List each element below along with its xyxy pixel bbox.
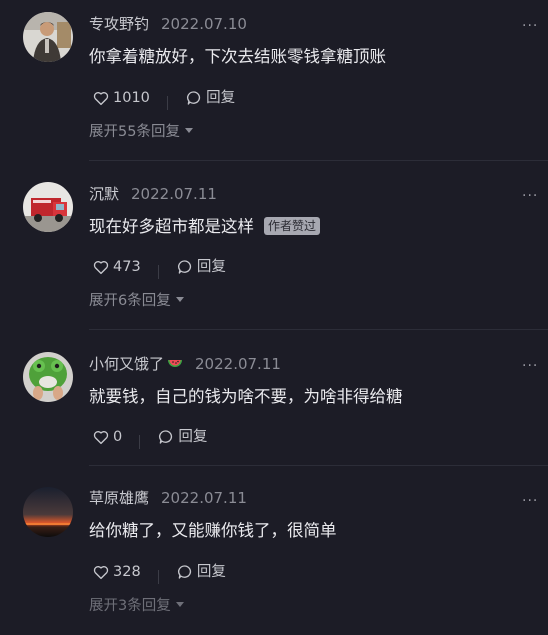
like-count: 328 [113, 564, 141, 580]
heart-icon [93, 91, 109, 106]
comment-actions: 328 回复 [92, 562, 226, 584]
avatar[interactable] [23, 352, 73, 402]
like-button[interactable]: 0 [92, 427, 122, 447]
reply-label: 回复 [196, 259, 226, 275]
heart-icon [93, 430, 109, 445]
expand-replies-label: 展开55条回复 [89, 124, 180, 140]
expand-replies-button[interactable]: 展开55条回复 [89, 122, 193, 142]
more-options-icon[interactable]: ··· [522, 491, 540, 511]
divider [89, 465, 548, 466]
reply-label: 回复 [178, 429, 208, 445]
comment-meta: 专攻野钓 2022.07.10 [89, 14, 247, 34]
like-button[interactable]: 473 [92, 257, 141, 277]
more-options-icon[interactable]: ··· [522, 16, 540, 36]
more-options-icon[interactable]: ··· [522, 186, 540, 206]
like-button[interactable]: 328 [92, 562, 141, 582]
comment-text: 现在好多超市都是这样 作者赞过 [89, 215, 321, 239]
reply-button[interactable]: 回复 [176, 257, 226, 277]
expand-replies-button[interactable]: 展开3条回复 [89, 596, 184, 616]
avatar[interactable] [23, 182, 73, 232]
avatar[interactable] [23, 12, 73, 62]
comment-text: 你拿着糖放好，下次去结账零钱拿糖顶账 [89, 47, 386, 66]
author-liked-badge: 作者赞过 [264, 217, 321, 235]
reply-button[interactable]: 回复 [157, 427, 207, 447]
username[interactable]: 专攻野钓 [89, 15, 149, 33]
comment-actions: 0 回复 [92, 427, 207, 449]
comment-text: 给你糖了，又能赚你钱了，很简单 [89, 521, 337, 540]
caret-down-icon [184, 128, 193, 133]
reply-bubble-icon [187, 91, 201, 105]
comment-actions: 473 回复 [92, 257, 226, 279]
action-separator [157, 569, 159, 584]
like-count: 0 [113, 429, 123, 445]
comment-meta: 沉默 2022.07.11 [89, 184, 217, 204]
like-count: 473 [113, 259, 141, 275]
heart-icon [93, 565, 109, 580]
more-options-icon[interactable]: ··· [522, 356, 540, 376]
expand-replies-label: 展开6条回复 [89, 293, 171, 309]
username[interactable]: 小何又饿了 [89, 355, 164, 373]
reply-bubble-icon [177, 565, 191, 579]
comment-actions: 1010 回复 [92, 88, 235, 110]
reply-button[interactable]: 回复 [176, 562, 226, 582]
reply-button[interactable]: 回复 [185, 88, 235, 108]
caret-down-icon [175, 602, 184, 607]
reply-label: 回复 [206, 90, 236, 106]
man-portrait-icon [23, 12, 73, 62]
reply-bubble-icon [159, 430, 173, 444]
comment-text: 就要钱，自己的钱为啥不要，为啥非得给糖 [89, 387, 403, 406]
username[interactable]: 沉默 [89, 185, 119, 203]
divider [89, 329, 548, 330]
like-count: 1010 [113, 90, 150, 106]
reply-label: 回复 [196, 564, 226, 580]
green-frog-mask-icon [23, 352, 73, 402]
reply-bubble-icon [177, 260, 191, 274]
like-button[interactable]: 1010 [92, 88, 150, 108]
heart-icon [93, 260, 109, 275]
comment-meta: 小何又饿了 2022.07.11 [89, 354, 281, 374]
action-separator [167, 95, 168, 110]
red-truck-icon [23, 182, 73, 232]
comment-date: 2022.07.11 [161, 489, 247, 507]
action-separator [157, 264, 159, 279]
comment-meta: 草原雄鹰 2022.07.11 [89, 488, 247, 508]
sunset-landscape-icon [23, 487, 73, 537]
action-separator [139, 434, 141, 449]
comment-date: 2022.07.11 [195, 355, 281, 373]
expand-replies-label: 展开3条回复 [89, 598, 171, 614]
comment-text-body: 现在好多超市都是这样 [89, 217, 254, 236]
comment-date: 2022.07.10 [161, 15, 247, 33]
watermelon-emoji-icon [168, 360, 183, 367]
comment-list: 专攻野钓 2022.07.10 ··· 你拿着糖放好，下次去结账零钱拿糖顶账 10… [0, 0, 548, 635]
username[interactable]: 草原雄鹰 [89, 489, 149, 507]
comment-date: 2022.07.11 [131, 185, 217, 203]
avatar[interactable] [23, 487, 73, 537]
caret-down-icon [175, 297, 184, 302]
divider [89, 160, 548, 161]
expand-replies-button[interactable]: 展开6条回复 [89, 291, 184, 311]
